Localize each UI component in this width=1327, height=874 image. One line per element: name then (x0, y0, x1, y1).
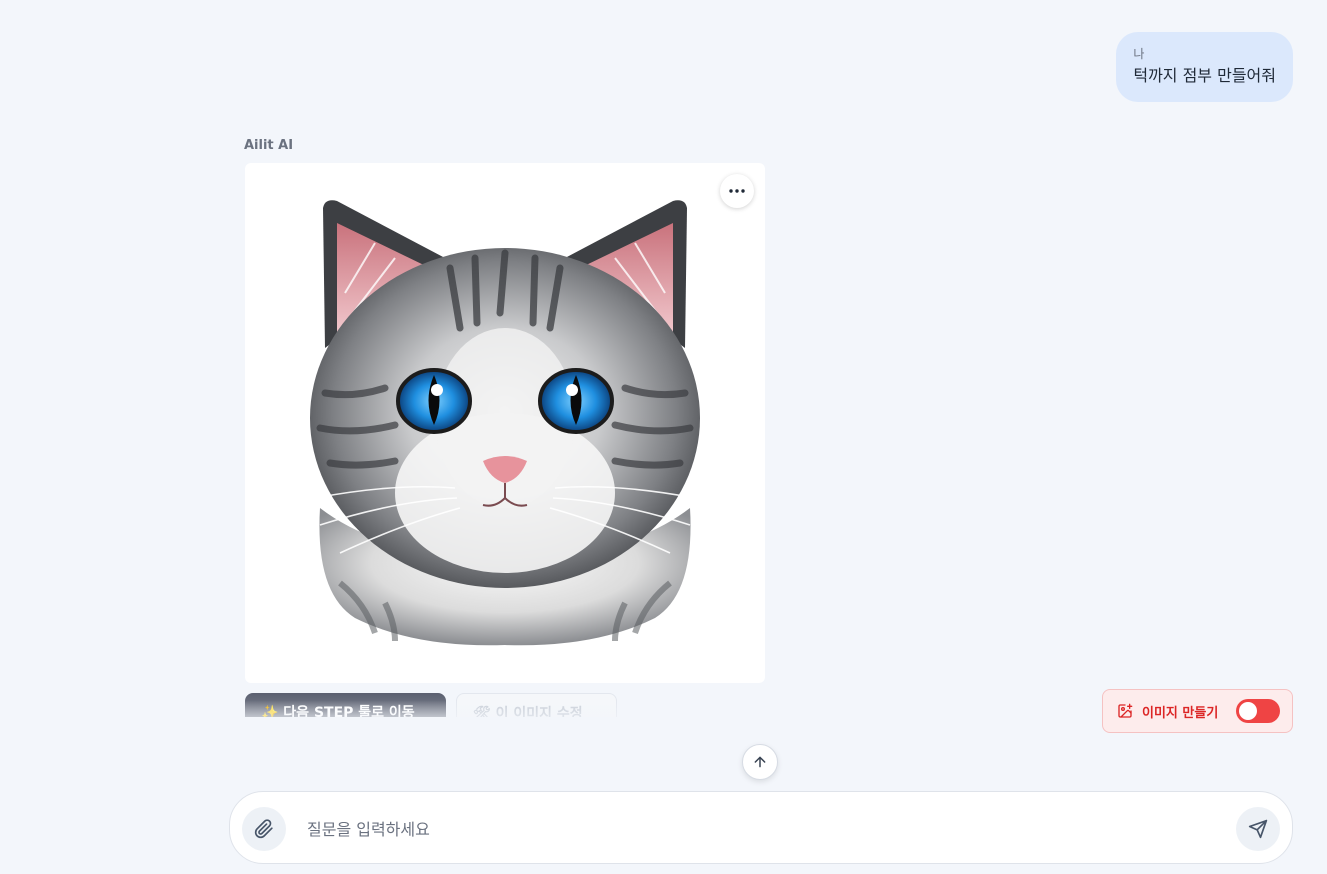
edit-image-button[interactable]: 🛠 이 이미지 수정 (456, 693, 617, 717)
paperclip-icon (254, 819, 273, 839)
ai-message-sender: Ailit AI (244, 138, 294, 153)
image-more-button[interactable] (720, 174, 754, 208)
message-input[interactable] (305, 812, 1209, 846)
send-button[interactable] (1236, 807, 1280, 851)
generated-image-card[interactable] (245, 163, 765, 683)
attach-button[interactable] (242, 807, 286, 851)
user-message-text: 턱까지 점부 만들어줘 (1133, 66, 1276, 85)
image-mode-label: 이미지 만들기 (1142, 705, 1219, 721)
next-step-tool-button[interactable]: ✨ 다음 STEP 툴로 이동 (245, 693, 446, 717)
image-mode-switch[interactable] (1236, 699, 1280, 723)
user-message-sender: 나 (1133, 47, 1145, 61)
generated-cat-image (310, 200, 700, 646)
image-plus-icon (1118, 703, 1133, 718)
switch-knob (1239, 702, 1257, 720)
image-mode-toggle[interactable]: 이미지 만들기 (1102, 689, 1293, 733)
more-horizontal-icon (729, 189, 745, 193)
arrow-up-icon (754, 756, 766, 768)
scroll-top-button[interactable] (742, 744, 778, 780)
user-message-bubble: 나 턱까지 점부 만들어줘 (1116, 32, 1293, 102)
send-icon (1248, 819, 1268, 839)
image-action-buttons: ✨ 다음 STEP 툴로 이동 🛠 이 이미지 수정 (245, 693, 645, 717)
message-composer (229, 791, 1293, 864)
